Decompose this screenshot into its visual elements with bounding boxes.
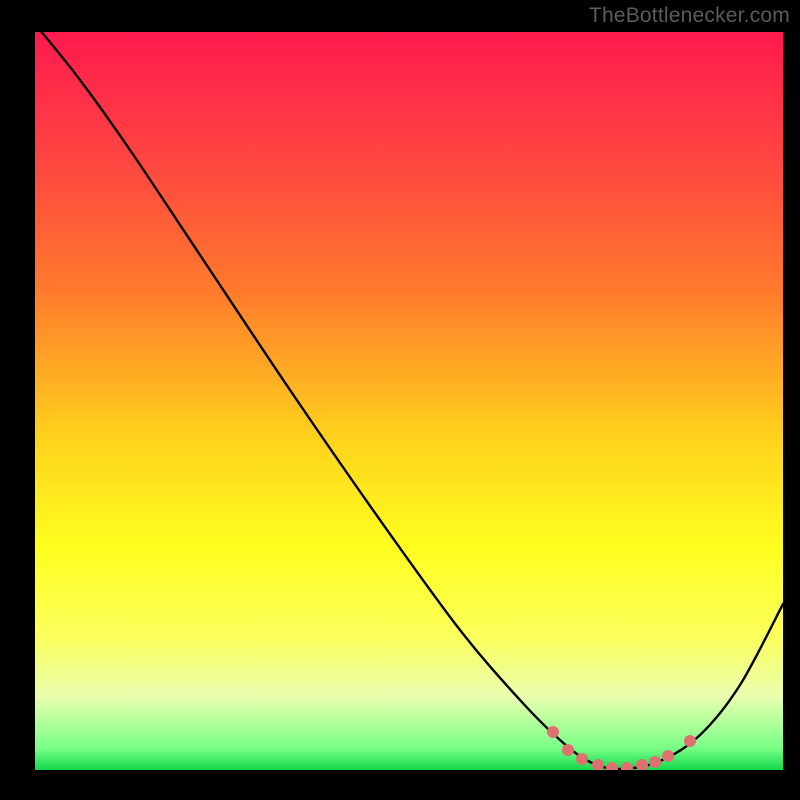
marker-dot (636, 759, 648, 771)
marker-dot (592, 759, 604, 771)
watermark-text: TheBottlenecker.com (589, 4, 790, 28)
plot-background (35, 32, 783, 770)
marker-dot (562, 744, 574, 756)
chart-svg (0, 0, 800, 800)
marker-dot (576, 753, 588, 765)
marker-dot (684, 735, 696, 747)
marker-dot (649, 756, 661, 768)
chart-canvas: TheBottlenecker.com (0, 0, 800, 800)
marker-dot (662, 750, 674, 762)
marker-dot (621, 762, 633, 774)
marker-dot (547, 726, 559, 738)
marker-dot (606, 762, 618, 774)
